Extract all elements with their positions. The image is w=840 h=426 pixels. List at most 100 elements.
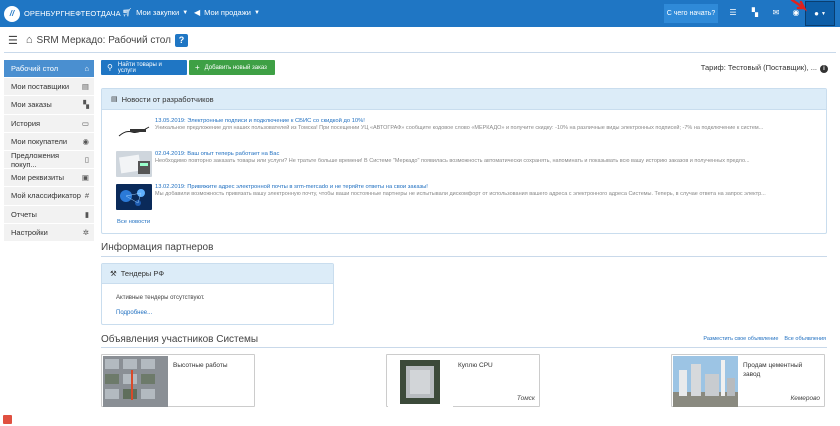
page-title: SRM Меркадо: Рабочий стол [36, 34, 171, 46]
sidebar-item-buyer-offers[interactable]: Предложения покуп... ▯ [4, 150, 94, 170]
company-name: ОРЕНБУРГНЕФТЕОТДАЧА [24, 9, 121, 18]
ad-card-title[interactable]: Куплю CPU [458, 361, 536, 370]
add-order-label: Добавить новый заказ [204, 64, 267, 71]
report-icon: ▮ [84, 209, 89, 219]
news-item-text: Уникальное предложение для наших пользов… [155, 125, 764, 131]
cart-icon: ▚ [83, 100, 89, 110]
red-arrow-annotation-icon [790, 0, 808, 12]
sidebar-item-label: Рабочий стол [11, 64, 59, 74]
document-icon: ▤ [81, 82, 89, 92]
all-news-link[interactable]: Все новости [117, 219, 150, 225]
envelope-icon[interactable]: ✉ [770, 8, 782, 17]
sidebar: Рабочий стол ⌂ Мои поставщики ▤ Мои зака… [4, 60, 94, 242]
news-panel: ▤ Новости от разработчиков 13.05.2019: Э… [101, 88, 827, 234]
ad-card-city: Томск [516, 395, 535, 402]
partners-section-title: Информация партнеров [101, 242, 214, 253]
ads-section-title: Объявления участников Системы [101, 334, 259, 345]
ad-card-city: Кемерово [790, 395, 820, 402]
tariff-info[interactable]: Тариф: Тестовый (Поставщик), ... i [701, 63, 828, 73]
sidebar-item-buyers[interactable]: Мои покупатели ◉ [4, 132, 94, 151]
nav-my-purchases[interactable]: 🛒︎ Мои закупки ▼ [122, 8, 188, 17]
sidebar-item-classifier[interactable]: Мой классификатор # [4, 187, 94, 206]
megaphone-icon: ◀ [194, 8, 201, 17]
header-divider [4, 52, 836, 53]
eye-icon: ◉ [82, 136, 89, 146]
gavel-icon: ⚒ [110, 269, 117, 278]
ad-card-title[interactable]: Продам цементный завод [743, 361, 821, 379]
gears-icon: ✲ [82, 227, 89, 237]
hash-icon: # [84, 191, 89, 201]
news-item-text: Мы добавили возможность привязать вашу э… [155, 191, 766, 197]
news-thumbnail-autograph [116, 118, 152, 144]
page-header: ☰ ⌂ SRM Меркадо: Рабочий стол ? [8, 31, 188, 49]
place-ad-link[interactable]: Разместить свое объявление [703, 336, 778, 342]
sidebar-item-history[interactable]: История ▭ [4, 114, 94, 133]
ad-card[interactable]: Куплю CPU Томск [386, 354, 540, 407]
news-item-text: Необходимо повторно заказать товары или … [155, 158, 750, 164]
sidebar-item-label: Предложения покуп... [11, 150, 60, 169]
id-card-icon: ▣ [81, 173, 89, 183]
cart-icon: 🛒︎ [122, 8, 133, 17]
add-order-button[interactable]: + Добавить новый заказ [189, 60, 275, 75]
tenders-panel-title: Тендеры РФ [120, 269, 165, 278]
ad-card-title[interactable]: Высотные работы [173, 361, 251, 370]
news-item[interactable]: 02.04.2019: Ваш опыт теперь работает на … [116, 151, 824, 177]
sidebar-item-label: История [11, 118, 41, 128]
sidebar-item-label: Мои поставщики [11, 82, 70, 92]
tenders-empty-message: Активные тендеры отсутствуют. [116, 295, 205, 301]
getting-started-button[interactable]: С чего начать? [664, 4, 718, 23]
chevron-down-icon: ▼ [820, 10, 826, 17]
sidebar-item-settings[interactable]: Настройки ✲ [4, 223, 94, 242]
sidebar-item-label: Мои покупатели [11, 136, 68, 146]
tenders-panel: ⚒ Тендеры РФ Активные тендеры отсутствую… [101, 263, 334, 325]
chevron-down-icon: ▼ [182, 9, 189, 16]
news-item[interactable]: 13.05.2019: Электронные подписи и подклю… [116, 118, 824, 144]
sidebar-item-label: Мой классификатор [11, 191, 81, 201]
ad-card[interactable]: Высотные работы [101, 354, 255, 407]
news-item[interactable]: 13.02.2019: Привяжите адрес электронной … [116, 184, 824, 210]
sidebar-item-requisites[interactable]: Мои реквизиты ▣ [4, 169, 94, 188]
company-logo-icon: // [4, 5, 20, 22]
search-icon: ⚲ [107, 63, 113, 72]
feedback-widget-icon[interactable] [3, 415, 12, 424]
list-icon[interactable]: ☰ [727, 8, 739, 17]
plus-icon: + [195, 63, 200, 72]
tenders-more-link[interactable]: Подробнее... [116, 310, 152, 316]
news-item-title[interactable]: 13.02.2019: Привяжите адрес электронной … [155, 184, 428, 190]
news-thumbnail-calculator [116, 151, 152, 177]
sidebar-item-reports[interactable]: Отчеты ▮ [4, 205, 94, 224]
sidebar-item-orders[interactable]: Мои заказы ▚ [4, 96, 94, 115]
cart-icon[interactable]: ▚ [749, 8, 761, 17]
brand[interactable]: // ОРЕНБУРГНЕФТЕОТДАЧА [4, 4, 121, 23]
info-icon: i [820, 65, 828, 73]
home-icon: ⌂ [84, 64, 89, 74]
news-panel-header: ▤ Новости от разработчиков [102, 89, 826, 110]
tenders-panel-header: ⚒ Тендеры РФ [102, 264, 333, 284]
find-goods-button[interactable]: ⚲ Найти товары и услуги [101, 60, 187, 75]
ad-image-cement-plant [673, 356, 738, 407]
newspaper-icon: ▤ [111, 96, 118, 103]
hamburger-menu-icon[interactable]: ☰ [8, 34, 18, 47]
tariff-label: Тариф: Тестовый (Поставщик), ... [700, 63, 817, 72]
news-thumbnail-network [116, 184, 152, 210]
ads-links: Разместить свое объявление Все объявления [703, 336, 826, 342]
find-goods-label: Найти товары и услуги [117, 61, 162, 74]
sidebar-item-label: Отчеты [11, 209, 37, 219]
home-icon: ⌂ [25, 34, 33, 46]
ad-image-cpu [388, 356, 453, 407]
nav-my-sales[interactable]: ◀ Мои продажи ▼ [194, 8, 260, 17]
news-item-title[interactable]: 13.05.2019: Электронные подписи и подклю… [155, 118, 365, 124]
inbox-icon: ▭ [81, 118, 89, 128]
user-icon: ● [814, 9, 819, 18]
chevron-down-icon: ▼ [253, 9, 260, 16]
news-item-title[interactable]: 02.04.2019: Ваш опыт теперь работает на … [155, 151, 279, 157]
sidebar-item-label: Мои реквизиты [11, 173, 65, 183]
all-ads-link[interactable]: Все объявления [784, 336, 826, 342]
file-icon: ▯ [84, 155, 89, 165]
sidebar-item-desktop[interactable]: Рабочий стол ⌂ [4, 60, 94, 79]
sidebar-item-suppliers[interactable]: Мои поставщики ▤ [4, 78, 94, 97]
help-button[interactable]: ? [174, 33, 188, 47]
ad-image-high-rise [103, 356, 168, 407]
ad-card[interactable]: Продам цементный завод Кемерово [671, 354, 825, 407]
top-navbar: // ОРЕНБУРГНЕФТЕОТДАЧА 🛒︎ Мои закупки ▼ … [0, 0, 840, 27]
